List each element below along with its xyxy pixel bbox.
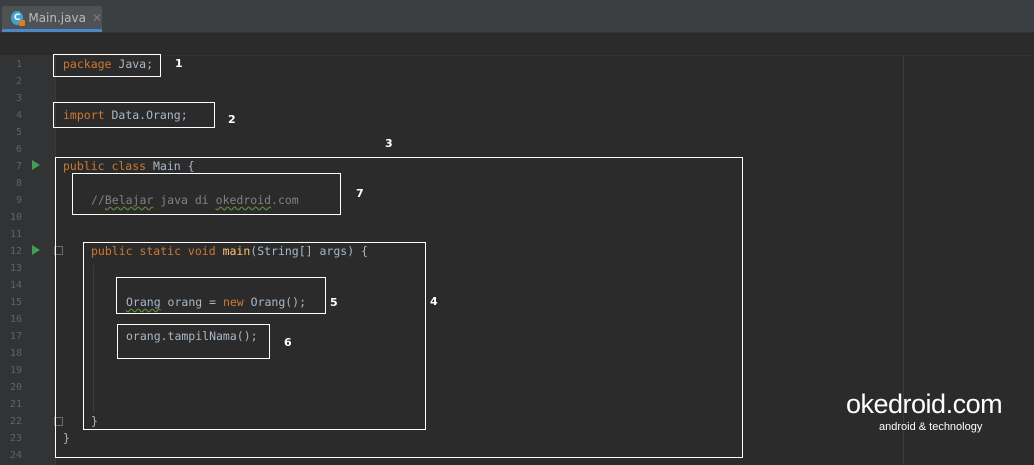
line-number: 11 [9,229,22,240]
line-number: 3 [15,93,22,104]
annotation-box-2 [53,102,215,128]
run-main-icon[interactable] [32,245,40,255]
tab-label: Main.java [28,10,86,25]
line-number: 19 [9,365,22,376]
line-number: 14 [9,280,22,291]
line-number: 15 [9,297,22,308]
line-number-gutter: 1 2 3 4 5 6 7 8 9 10 11 12 13 14 15 16 1… [0,56,56,465]
editor-tab-bar: C Main.java ✕ [0,0,1034,33]
line-number: 17 [9,331,22,342]
line-number: 8 [15,178,22,189]
line-number: 20 [9,382,22,393]
annotation-box-7 [72,173,341,215]
breadcrumb-bar [0,33,1034,56]
annotation-box-6 [117,324,270,359]
watermark-tagline: android & technology [879,421,983,433]
annotation-number: 3 [385,137,393,150]
java-class-icon: C [11,10,26,26]
annotation-number: 2 [228,113,236,126]
annotation-number: 1 [175,57,183,70]
line-number: 12 [9,246,22,257]
close-icon[interactable]: ✕ [92,11,102,25]
line-number: 22 [9,416,22,427]
line-number: 21 [9,399,22,410]
annotation-box-5 [116,277,326,314]
annotation-number: 4 [430,295,438,308]
line-number: 2 [15,76,22,87]
watermark-brand: okedroid.com [846,389,1003,419]
tab-main-java[interactable]: C Main.java ✕ [2,6,102,32]
line-number: 1 [15,59,22,70]
run-class-icon[interactable] [32,160,40,170]
line-number: 6 [15,144,22,155]
annotation-number: 6 [284,336,292,349]
line-number: 4 [15,110,22,121]
line-number: 7 [15,161,22,172]
line-number: 13 [9,263,22,274]
line-number: 5 [15,127,22,138]
watermark-logo: okedroid.com android & technology [846,389,1003,433]
annotation-number: 7 [356,187,364,200]
line-number: 23 [9,433,22,444]
line-number: 18 [9,348,22,359]
line-number: 10 [9,212,22,223]
annotation-box-1 [53,54,161,77]
line-number: 16 [9,314,22,325]
annotation-number: 5 [330,296,338,309]
line-number: 24 [9,450,22,461]
line-number: 9 [15,195,22,206]
